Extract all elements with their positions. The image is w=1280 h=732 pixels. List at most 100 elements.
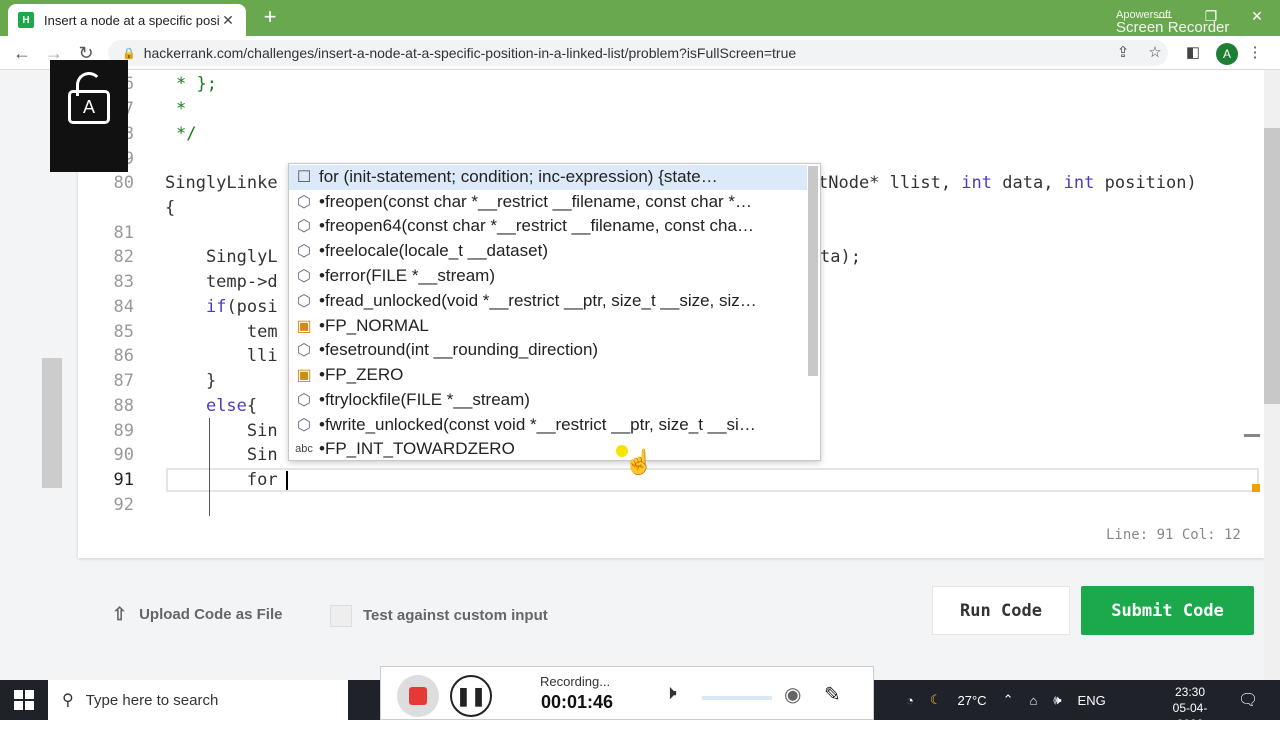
code-line: if(posi [205,297,278,317]
search-placeholder: Type here to search [85,691,219,709]
address-bar[interactable]: 🔒 hackerrank.com/challenges/insert-a-nod… [108,40,1168,66]
autocomplete-item[interactable]: ☐ for (init-statement; condition; inc-exp… [289,165,807,190]
text-icon: abc [295,443,313,456]
code-line-tail: ta); [820,247,861,267]
autocomplete-item[interactable]: ▣ •FP_ZERO [289,363,807,388]
temperature: 27°C [957,692,987,708]
line-number: 88 [113,396,134,416]
autocomplete-item[interactable]: ▣ •FP_NORMAL [289,314,807,339]
recording-timer: 00:01:46 [541,692,614,712]
upload-icon: ⇧ [112,604,128,624]
cursor-position-status: Line: 91 Col: 12 [1106,527,1241,543]
close-window-icon[interactable]: ✕ [1234,0,1280,36]
run-code-button[interactable]: Run Code [932,586,1070,635]
sidebar-icon[interactable]: ◧ [1182,42,1204,64]
minimize-icon[interactable]: — [1142,0,1188,36]
indent-guide [209,418,210,516]
autocomplete-item[interactable]: ⬡ •fwrite_unlocked(const void *__restrict… [289,413,807,438]
lock-icon: 🔒 [122,47,136,60]
line-number: 92 [113,495,134,515]
line-number: 85 [113,322,134,342]
hand-cursor-icon: ☝ [624,449,654,476]
autocomplete-item[interactable]: ⬡ •fesetround(int __rounding_direction) [289,338,807,363]
function-icon: ⬡ [297,293,311,311]
upload-label: Upload Code as File [139,606,283,623]
autocomplete-item[interactable]: ⬡ •freelocale(locale_t __dataset) [289,239,807,264]
upload-code-link[interactable]: ⇧ Upload Code as File [112,604,282,625]
left-resize-handle[interactable] [42,358,62,488]
code-line: SinglyL [165,247,278,267]
function-icon: ⬡ [297,417,311,435]
recording-status: Recording... [540,674,611,689]
code-line: } [165,371,217,391]
autocomplete-popup[interactable]: ☐ for (init-statement; condition; inc-exp… [288,163,821,461]
enum-icon: ▣ [296,367,312,385]
stop-record-button[interactable] [397,675,439,717]
network-icon[interactable]: ⌂ [1029,693,1037,708]
volume-icon[interactable]: 🕪 [1053,692,1061,708]
code-line: * [176,99,187,119]
volume-slider[interactable] [702,696,772,700]
url-text: hackerrank.com/challenges/insert-a-node-… [143,45,797,61]
code-line: SinglyLinke [165,173,278,193]
pen-icon[interactable]: ✎ [824,682,841,707]
browser-tab[interactable]: H Insert a node at a specific positio ✕ [8,4,246,36]
share-icon[interactable]: ⇪ [1112,42,1134,64]
system-tray: ◔ ☾ 27°C ⌃ ⌂ 🕪 ENG [898,680,1114,720]
function-icon: ⬡ [297,243,311,261]
line-number: 83 [113,272,134,292]
windows-start-icon[interactable] [14,690,34,710]
autocomplete-item[interactable]: ⬡ •ftrylockfile(FILE *__stream) [289,388,807,413]
webcam-icon[interactable]: ◉ [784,682,801,707]
text-caret [286,471,288,490]
autocomplete-item[interactable]: abc •FP_INT_TOWARDZERO [289,437,807,462]
code-line-tail: tNode* llist, int data, int position) [818,173,1197,193]
bookmark-star-icon[interactable]: ☆ [1144,42,1166,64]
autocomplete-scrollbar[interactable] [808,166,818,376]
custom-input-label: Test against custom input [363,607,548,624]
profile-avatar[interactable]: A [1216,43,1238,65]
scroll-marker [1252,484,1260,492]
line-number: 86 [113,346,134,366]
taskbar-search[interactable]: ⚲ Type here to search [48,680,348,720]
maximize-icon[interactable]: ❐ [1188,0,1234,36]
new-tab-icon[interactable]: + [258,6,282,30]
line-number: 82 [113,247,134,267]
line-number: 81 [113,223,134,243]
code-line: * }; [176,74,217,94]
autocomplete-item[interactable]: ⬡ •fread_unlocked(void *__restrict __ptr,… [289,289,807,314]
close-tab-icon[interactable]: ✕ [220,12,236,29]
line-number: 87 [113,371,134,391]
submit-code-button[interactable]: Submit Code [1081,586,1254,635]
line-number-current: 91 [113,470,134,490]
function-icon: ⬡ [297,218,311,236]
function-icon: ⬡ [297,392,311,410]
search-icon: ⚲ [62,692,74,709]
line-number: 89 [113,421,134,441]
notification-icon[interactable]: 🗨 [1238,690,1258,710]
custom-input-checkbox[interactable] [330,605,352,627]
autocomplete-item[interactable]: ⬡ •ferror(FILE *__stream) [289,264,807,289]
code-line: tem [165,322,278,342]
function-icon: ⬡ [297,194,311,212]
clock[interactable]: 23:30 05-04-2022 [1160,684,1220,732]
language-indicator[interactable]: ENG [1078,693,1106,708]
clock-date: 05-04-2022 [1172,701,1208,731]
autocomplete-item[interactable]: ⬡ •freopen64(const char *__restrict __fil… [289,214,807,239]
code-line: else{ [205,396,258,416]
function-icon: ⬡ [297,342,311,360]
code-line: Sin [165,445,278,465]
chevron-up-icon[interactable]: ⌃ [1003,692,1014,708]
page-scrollbar-thumb[interactable] [1264,128,1280,404]
app-tray-icon[interactable]: ◔ [906,693,914,708]
function-icon: ⬡ [297,268,311,286]
code-line: Sin [165,421,278,441]
pause-button[interactable]: ❚❚ [450,675,492,717]
enum-icon: ▣ [296,318,312,336]
code-line: temp->d [165,272,278,292]
autocomplete-item[interactable]: ⬡ •freopen(const char *__restrict __filen… [289,190,807,215]
menu-icon[interactable]: ⋮ [1244,42,1266,64]
speaker-icon[interactable]: 🕨 [664,682,677,705]
back-icon[interactable]: ← [12,44,32,64]
padlock-icon: A [50,60,128,172]
